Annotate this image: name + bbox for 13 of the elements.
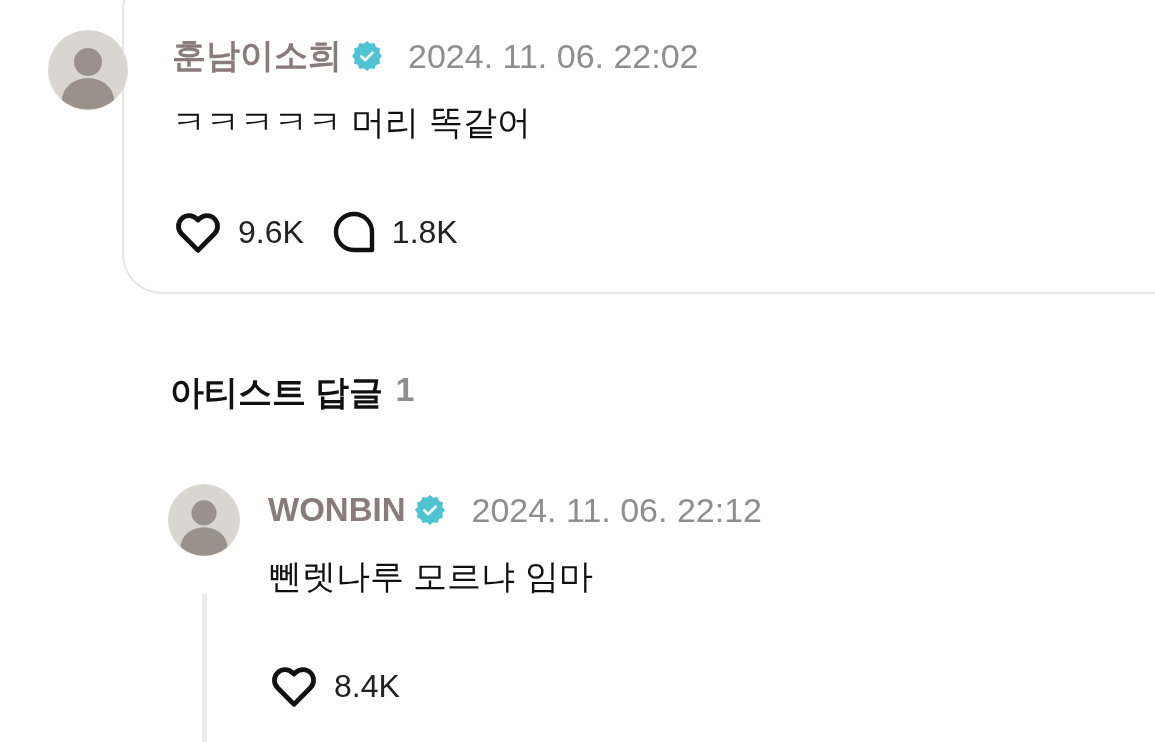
- timestamp: 2024. 11. 06. 22:12: [471, 490, 762, 530]
- section-title: 아티스트 답글: [170, 372, 384, 413]
- reply-total: 1: [395, 370, 415, 410]
- reply-text: 뻰렛나루 모르냐 임마: [268, 556, 594, 597]
- author-name[interactable]: 훈남이소희: [172, 33, 342, 79]
- reply-count: 1.8K: [391, 213, 458, 251]
- like-count: 8.4K: [334, 667, 400, 705]
- avatar-icon[interactable]: [168, 484, 240, 556]
- like-count: 9.6K: [238, 213, 304, 251]
- author-name[interactable]: WONBIN: [268, 491, 406, 529]
- avatar-icon[interactable]: [48, 30, 128, 110]
- timestamp: 2024. 11. 06. 22:02: [408, 36, 699, 76]
- comment-text: ㅋㅋㅋㅋㅋ 머리 똑같어: [172, 102, 532, 143]
